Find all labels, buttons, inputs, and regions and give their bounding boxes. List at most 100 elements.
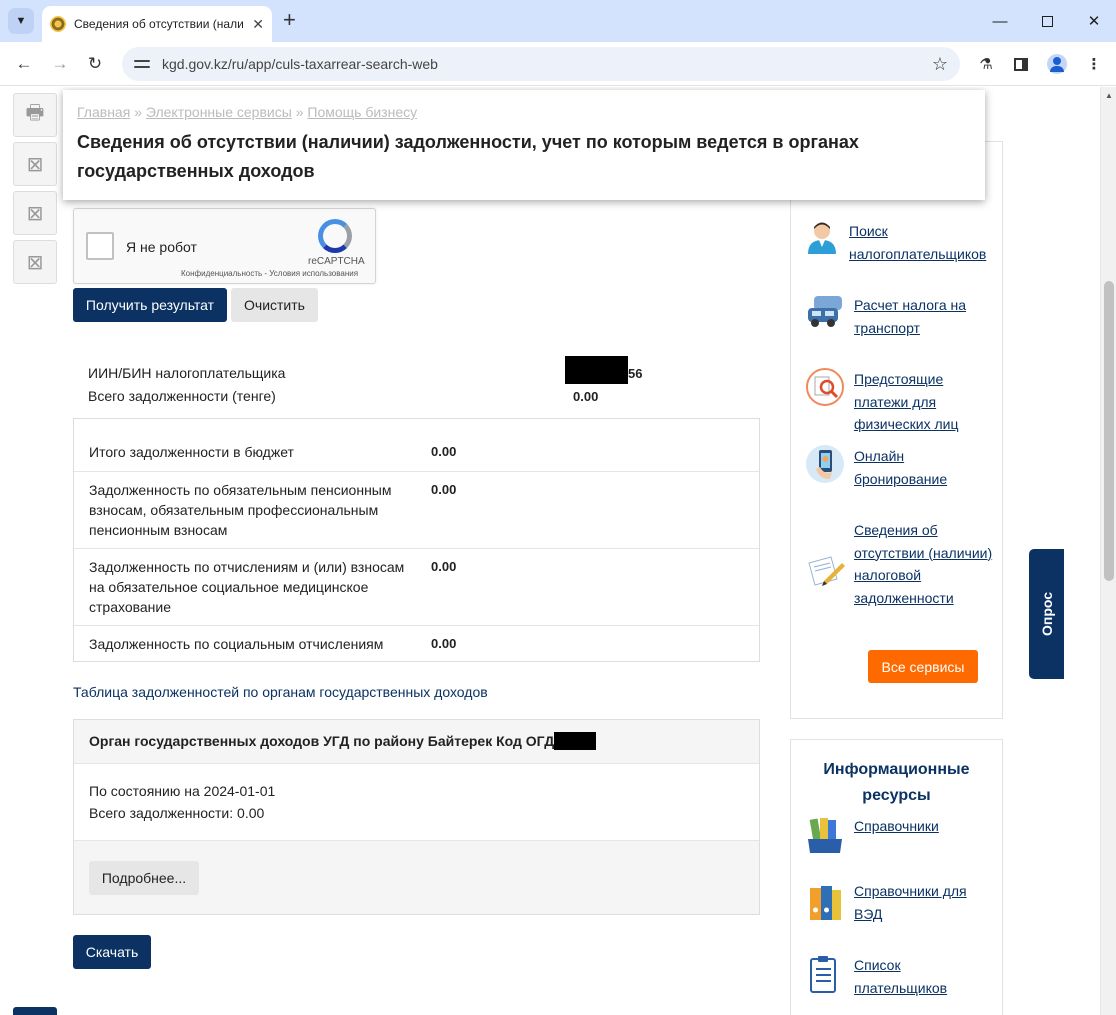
table-row: Итого задолженности в бюджет 0.00 — [74, 419, 759, 471]
organ-total-debt: Всего задолженности: 0.00 — [89, 805, 265, 821]
iin-label: ИИН/БИН налогоплательщика — [88, 365, 286, 381]
service-link[interactable]: Расчет налога на транспорт — [854, 294, 996, 339]
service-item-online-booking[interactable]: Онлайн бронирование — [806, 445, 996, 490]
get-result-button[interactable]: Получить результат — [73, 288, 227, 322]
document-icon-1[interactable]: ⊠ — [13, 142, 57, 186]
debt-name: Итого задолженности в бюджет — [89, 444, 294, 460]
redacted-code-block — [554, 732, 596, 750]
organ-card-footer: Подробнее... — [74, 840, 759, 914]
recaptcha-brand: reCAPTCHA — [308, 256, 365, 267]
debt-value: 0.00 — [431, 636, 457, 651]
profile-avatar-icon[interactable] — [1046, 53, 1068, 75]
site-settings-icon[interactable] — [134, 57, 150, 71]
page-header: Главная » Электронные сервисы » Помощь б… — [63, 90, 985, 200]
clipboard-icon — [806, 954, 844, 993]
browser-tab[interactable]: Сведения об отсутствии (нали ✕ — [42, 6, 272, 42]
info-item-payers-list[interactable]: Список плательщиков — [806, 954, 996, 999]
labs-flask-icon[interactable]: ⚗ — [975, 53, 997, 75]
organs-table-link[interactable]: Таблица задолженностей по органам госуда… — [73, 684, 488, 700]
redacted-iin-block — [565, 356, 628, 384]
all-services-button[interactable]: Все сервисы — [868, 650, 978, 683]
info-link[interactable]: Справочники — [854, 815, 939, 853]
debts-table: Итого задолженности в бюджет 0.00 Задолж… — [73, 418, 760, 662]
side-toolbar: 🖶 ⊠ ⊠ ⊠ — [13, 93, 57, 289]
browser-tab-bar: ▼ Сведения об отсутствии (нали ✕ + — ✕ — [0, 0, 1116, 42]
url-text[interactable]: kgd.gov.kz/ru/app/culs-taxarrear-search-… — [162, 56, 438, 72]
menu-kebab-icon[interactable]: ⋮ — [1083, 53, 1105, 75]
debt-name: Задолженность по отчислениям и (или) взн… — [89, 559, 405, 615]
info-link[interactable]: Справочники для ВЭД — [854, 880, 996, 925]
page-viewport: 🖶 ⊠ ⊠ ⊠ Главная » Электронные сервисы » … — [0, 87, 1116, 1015]
breadcrumb-separator: » — [295, 104, 304, 120]
address-bar[interactable]: kgd.gov.kz/ru/app/culs-taxarrear-search-… — [122, 47, 960, 81]
new-tab-button[interactable]: + — [283, 8, 296, 32]
site-favicon-icon — [50, 16, 66, 32]
recaptcha-privacy-links[interactable]: Конфиденциальность - Условия использован… — [181, 269, 358, 278]
maximize-icon[interactable] — [1033, 8, 1061, 34]
scroll-to-top-button[interactable] — [13, 1007, 57, 1015]
books-icon — [806, 815, 844, 853]
info-resources-title: Информационные ресурсы — [823, 761, 970, 804]
survey-tab[interactable]: Опрос — [1029, 549, 1064, 679]
bookmark-star-icon[interactable]: ☆ — [932, 54, 948, 75]
service-link[interactable]: Сведения об отсутствии (наличии) налогов… — [854, 519, 996, 609]
info-link[interactable]: Список плательщиков — [854, 954, 996, 999]
iin-suffix: 56 — [628, 366, 643, 381]
breadcrumb-eservices-link[interactable]: Электронные сервисы — [146, 104, 292, 120]
service-item-taxpayer-search[interactable]: Поиск налогоплательщиков — [806, 220, 996, 265]
total-debt-value: 0.00 — [573, 389, 599, 404]
print-icon[interactable]: 🖶 — [13, 93, 57, 137]
browser-toolbar: ← → ↻ kgd.gov.kz/ru/app/culs-taxarrear-s… — [0, 42, 1116, 86]
service-link[interactable]: Поиск налогоплательщиков — [849, 220, 996, 265]
recaptcha-widget: Я не робот reCAPTCHA Конфиденциальность … — [73, 208, 376, 284]
organ-card: Орган государственных доходов УГД по рай… — [73, 719, 760, 915]
breadcrumb-help-link[interactable]: Помощь бизнесу — [307, 104, 417, 120]
services-panel: Поиск налогоплательщиков Расчет налога н… — [790, 141, 1003, 719]
tab-search-button[interactable]: ▼ — [8, 8, 34, 34]
forward-arrow-icon[interactable]: → — [48, 52, 72, 76]
table-row: Задолженность по социальным отчислениям … — [74, 625, 759, 661]
table-row: Задолженность по обязательным пенсионным… — [74, 471, 759, 548]
service-item-transport-tax[interactable]: Расчет налога на транспорт — [806, 294, 996, 339]
minimize-icon[interactable]: — — [986, 8, 1014, 34]
organ-card-header: Орган государственных доходов УГД по рай… — [74, 720, 759, 764]
service-item-upcoming-payments[interactable]: Предстоящие платежи для физических лиц — [806, 368, 996, 436]
close-tab-icon[interactable]: ✕ — [252, 16, 264, 33]
total-debt-label: Всего задолженности (тенге) — [88, 388, 276, 404]
details-button[interactable]: Подробнее... — [89, 861, 199, 895]
info-item-references[interactable]: Справочники — [806, 815, 996, 853]
debt-value: 0.00 — [431, 559, 457, 574]
breadcrumb-separator: » — [134, 104, 142, 120]
breadcrumb-home-link[interactable]: Главная — [77, 104, 130, 120]
document-icon-3[interactable]: ⊠ — [13, 240, 57, 284]
cars-icon — [806, 294, 844, 332]
tab-title: Сведения об отсутствии (нали — [74, 17, 244, 31]
phone-hand-icon — [806, 445, 844, 483]
recaptcha-checkbox[interactable] — [86, 232, 114, 260]
info-item-fea-references[interactable]: Справочники для ВЭД — [806, 880, 996, 925]
debt-value: 0.00 — [431, 444, 457, 459]
back-arrow-icon[interactable]: ← — [12, 52, 36, 76]
scrollbar-thumb[interactable] — [1104, 281, 1114, 581]
breadcrumb: Главная » Электронные сервисы » Помощь б… — [77, 104, 971, 120]
page-title: Сведения об отсутствии (наличии) задолже… — [77, 132, 859, 181]
organ-card-body: По состоянию на 2024-01-01 Всего задолже… — [89, 780, 275, 824]
scroll-up-arrow-icon[interactable]: ▲ — [1105, 91, 1113, 100]
document-pen-icon — [806, 553, 845, 591]
clear-button[interactable]: Очистить — [231, 288, 318, 322]
table-row: Задолженность по отчислениям и (или) взн… — [74, 548, 759, 625]
service-item-debt-info[interactable]: Сведения об отсутствии (наличии) налогов… — [806, 519, 996, 609]
side-panel-icon[interactable] — [1010, 53, 1032, 75]
service-link[interactable]: Онлайн бронирование — [854, 445, 996, 490]
page-scrollbar[interactable]: ▲ — [1100, 87, 1116, 1015]
reload-icon[interactable]: ↻ — [83, 52, 107, 76]
download-button[interactable]: Скачать — [73, 935, 151, 969]
close-window-icon[interactable]: ✕ — [1080, 8, 1108, 34]
organ-title: Орган государственных доходов УГД по рай… — [89, 733, 555, 749]
document-icon-2[interactable]: ⊠ — [13, 191, 57, 235]
person-icon — [806, 220, 838, 254]
service-link[interactable]: Предстоящие платежи для физических лиц — [854, 368, 996, 436]
organ-as-of-date: По состоянию на 2024-01-01 — [89, 783, 276, 799]
debt-value: 0.00 — [431, 482, 457, 497]
debt-name: Задолженность по обязательным пенсионным… — [89, 482, 392, 538]
